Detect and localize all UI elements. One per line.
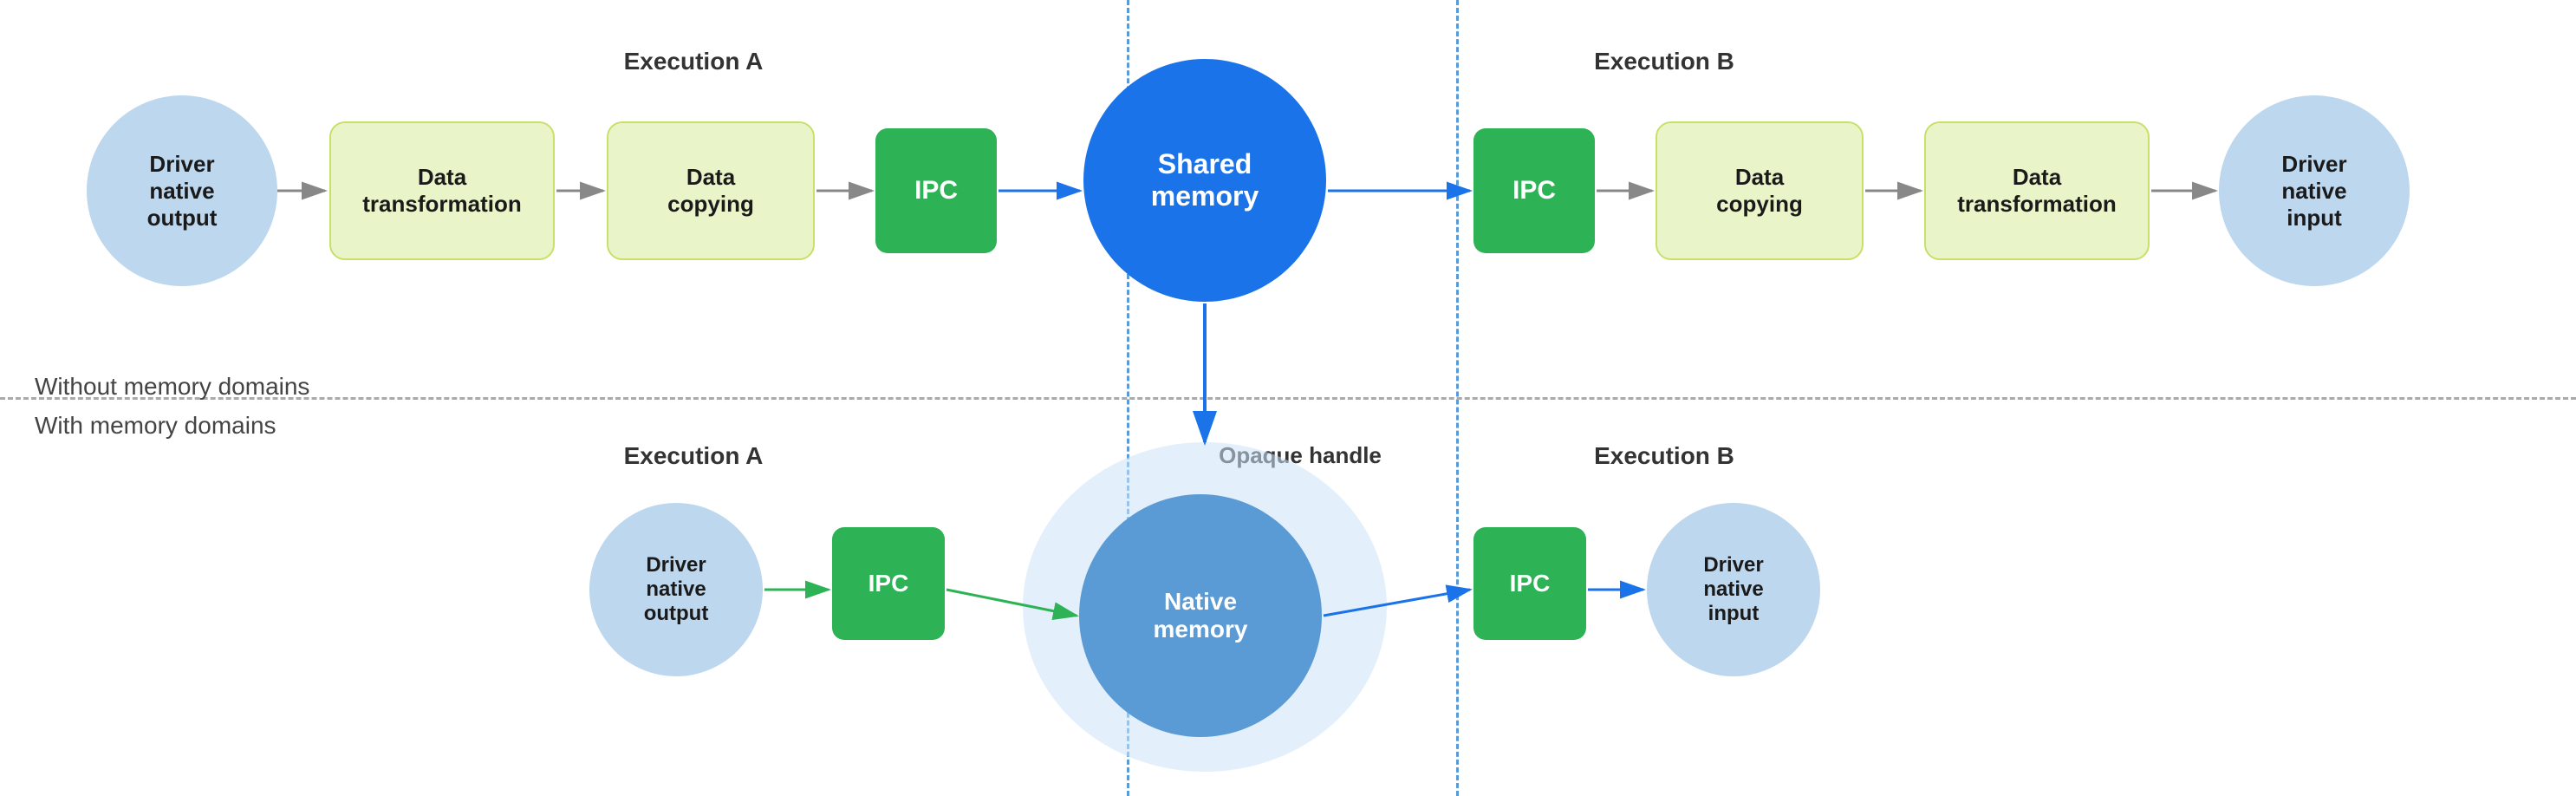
bottom-native-memory: Nativememory: [1079, 494, 1322, 737]
bottom-driver-output: Drivernativeoutput: [589, 503, 763, 676]
exec-b-top-label: Execution B: [1525, 48, 1803, 75]
top-driver-input: Drivernativeinput: [2219, 95, 2410, 286]
top-driver-output: Drivernativeoutput: [87, 95, 277, 286]
diagram-container: Without memory domains With memory domai…: [0, 0, 2576, 796]
exec-b-bottom-label: Execution B: [1525, 442, 1803, 470]
top-ipc1: IPC: [875, 128, 997, 253]
top-shared-memory: Sharedmemory: [1083, 59, 1326, 302]
top-data-copying2: Datacopying: [1656, 121, 1864, 260]
bottom-ipc2: IPC: [1473, 527, 1586, 640]
exec-a-top-label: Execution A: [555, 48, 832, 75]
bottom-driver-input: Drivernativeinput: [1647, 503, 1820, 676]
top-data-transform1: Datatransformation: [329, 121, 555, 260]
top-section-label: Without memory domains: [35, 373, 309, 401]
divider-line: [0, 397, 2576, 400]
bottom-section-label: With memory domains: [35, 412, 276, 440]
bottom-ipc1: IPC: [832, 527, 945, 640]
top-data-copying1: Datacopying: [607, 121, 815, 260]
top-ipc2: IPC: [1473, 128, 1595, 253]
exec-a-bottom-label: Execution A: [555, 442, 832, 470]
top-data-transform2: Datatransformation: [1924, 121, 2150, 260]
